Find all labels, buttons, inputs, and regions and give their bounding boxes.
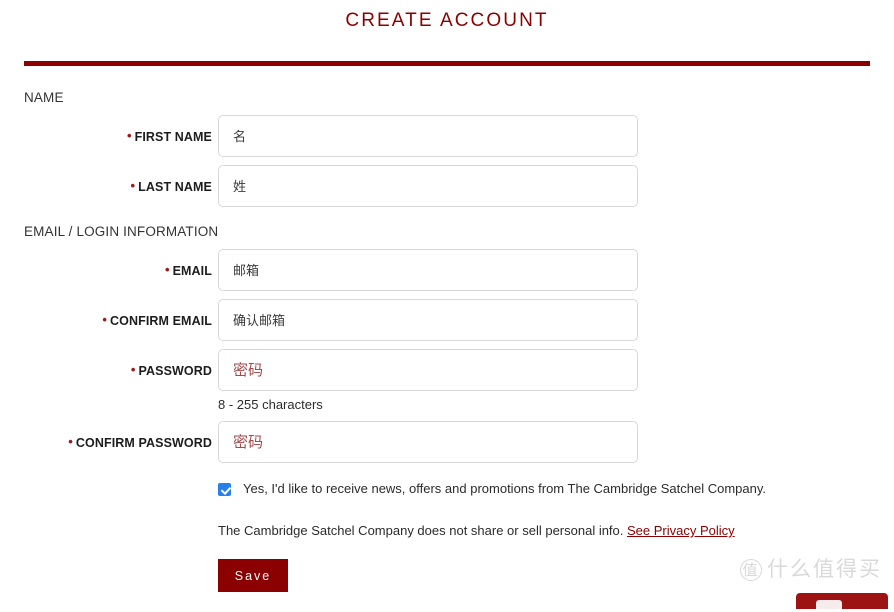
required-marker-icon: • — [68, 434, 73, 449]
privacy-row: The Cambridge Satchel Company does not s… — [0, 523, 894, 539]
email-input[interactable] — [218, 249, 638, 291]
last-name-input[interactable] — [218, 165, 638, 207]
required-marker-icon: • — [126, 128, 132, 143]
title-divider — [24, 61, 870, 66]
page-title: CREATE ACCOUNT — [345, 10, 549, 31]
save-row: Save — [0, 559, 894, 592]
confirm-password-input[interactable] — [218, 421, 638, 463]
create-account-form: NAME •FIRST NAME •LAST NAME EMAIL / LOGI… — [0, 85, 894, 592]
section-heading-email: EMAIL / LOGIN INFORMATION — [24, 224, 219, 239]
field-row-email: • EMAIL — [0, 249, 894, 291]
label-text: EMAIL — [172, 264, 212, 278]
label-email: • EMAIL — [0, 249, 212, 278]
password-input[interactable] — [218, 349, 638, 391]
password-helper-row: 8 - 255 characters — [0, 397, 894, 413]
live-chat-tab[interactable] — [796, 593, 888, 612]
field-row-confirm-password: • CONFIRM PASSWORD — [0, 421, 894, 463]
label-text: CONFIRM EMAIL — [110, 314, 212, 328]
required-marker-icon: • — [130, 362, 136, 377]
privacy-notice: The Cambridge Satchel Company does not s… — [218, 523, 735, 539]
required-marker-icon: • — [102, 312, 108, 327]
section-heading-name: NAME — [24, 90, 64, 105]
field-row-last-name: • LAST NAME — [0, 165, 894, 207]
label-text: FIRST NAME — [134, 130, 212, 144]
label-password: • PASSWORD — [0, 349, 212, 378]
newsletter-checkbox[interactable] — [218, 483, 231, 496]
first-name-input[interactable] — [218, 115, 638, 157]
label-text: PASSWORD — [138, 364, 212, 378]
newsletter-consent-label: Yes, I'd like to receive news, offers an… — [243, 481, 766, 496]
field-row-first-name: • FIRST NAME — [0, 115, 894, 157]
label-confirm-email: • CONFIRM EMAIL — [0, 299, 212, 328]
label-last-name: • LAST NAME — [0, 165, 212, 194]
consent-body: Yes, I'd like to receive news, offers an… — [218, 481, 766, 497]
label-confirm-password: • CONFIRM PASSWORD — [0, 421, 212, 450]
field-row-confirm-email: • CONFIRM EMAIL — [0, 299, 894, 341]
consent-row: Yes, I'd like to receive news, offers an… — [0, 481, 894, 497]
label-text: LAST NAME — [138, 180, 212, 194]
required-marker-icon: • — [164, 262, 170, 277]
privacy-notice-text: The Cambridge Satchel Company does not s… — [218, 523, 624, 538]
label-text: CONFIRM PASSWORD — [75, 436, 212, 450]
field-row-password: • PASSWORD — [0, 349, 894, 391]
save-button[interactable]: Save — [218, 559, 288, 592]
password-helper-text: 8 - 255 characters — [218, 397, 323, 412]
label-first-name: • FIRST NAME — [0, 115, 212, 144]
confirm-email-input[interactable] — [218, 299, 638, 341]
privacy-policy-link[interactable]: See Privacy Policy — [627, 523, 735, 538]
required-marker-icon: • — [130, 178, 136, 193]
